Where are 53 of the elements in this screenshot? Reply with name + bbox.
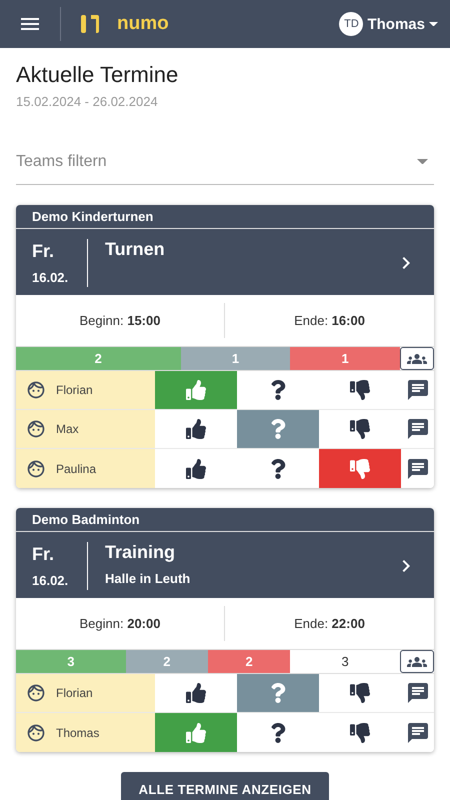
thumbs-up-icon bbox=[186, 380, 206, 400]
caret-icon bbox=[429, 22, 438, 26]
response-count: 3 bbox=[16, 650, 126, 673]
member-name: Florian bbox=[56, 383, 93, 397]
start-time: Beginn: 20:00 bbox=[16, 606, 225, 641]
response-count: 2 bbox=[208, 650, 290, 673]
event-weekday: Fr. bbox=[32, 544, 56, 565]
thumbs-down-icon bbox=[350, 722, 370, 742]
brand-name: numo bbox=[117, 13, 169, 35]
member-name: Thomas bbox=[56, 726, 100, 740]
response-count: 2 bbox=[16, 347, 181, 370]
face-icon bbox=[26, 380, 46, 400]
face-icon bbox=[26, 458, 46, 478]
comment-icon[interactable] bbox=[401, 713, 434, 752]
event-date: 16.02. bbox=[32, 270, 70, 285]
member-name: Paulina bbox=[56, 462, 96, 476]
thumbs-up-icon bbox=[186, 683, 206, 703]
user-avatar: TD bbox=[339, 12, 364, 36]
response-count: 2 bbox=[126, 650, 208, 673]
date-range: 15.02.2024 - 26.02.2024 bbox=[16, 94, 159, 109]
event-weekday: Fr. bbox=[32, 241, 56, 262]
thumbs-down-icon bbox=[350, 683, 370, 703]
start-time: Beginn: 15:00 bbox=[16, 303, 225, 338]
thumbs-up-icon bbox=[186, 458, 206, 478]
thumbs-down-icon bbox=[350, 380, 370, 400]
thumbs-up-icon bbox=[186, 419, 206, 439]
event-date: 16.02. bbox=[32, 573, 70, 588]
member-name: Max bbox=[56, 422, 79, 436]
event-title: Training bbox=[105, 542, 176, 563]
response-count: 1 bbox=[290, 347, 400, 370]
teams-filter[interactable]: Teams filtern bbox=[16, 139, 434, 185]
caret-icon bbox=[417, 158, 428, 164]
page-title: Aktuelle Termine bbox=[16, 62, 180, 88]
response-count: 1 bbox=[180, 347, 290, 370]
member-name: Florian bbox=[56, 686, 93, 700]
group-icon[interactable] bbox=[400, 650, 434, 673]
thumbs-up-icon bbox=[186, 722, 206, 742]
group-icon[interactable] bbox=[400, 347, 434, 370]
team-name: Demo Badminton bbox=[16, 508, 434, 532]
face-icon bbox=[26, 419, 46, 439]
end-time: Ende: 22:00 bbox=[293, 615, 366, 633]
team-name: Demo Kinderturnen bbox=[16, 205, 434, 229]
event-title: Turnen bbox=[105, 239, 166, 260]
face-icon bbox=[26, 683, 46, 703]
thumbs-down-icon bbox=[350, 458, 370, 478]
event-location: Halle in Leuth bbox=[105, 571, 192, 586]
user-menu[interactable]: TD Thomas bbox=[339, 12, 438, 36]
thumbs-down-icon bbox=[350, 419, 370, 439]
logo-icon bbox=[81, 13, 101, 35]
comment-icon[interactable] bbox=[401, 449, 434, 488]
face-icon bbox=[26, 722, 46, 742]
show-all-button[interactable]: ALLE TERMINE ANZEIGEN bbox=[120, 772, 330, 800]
end-time: Ende: 16:00 bbox=[293, 312, 366, 330]
